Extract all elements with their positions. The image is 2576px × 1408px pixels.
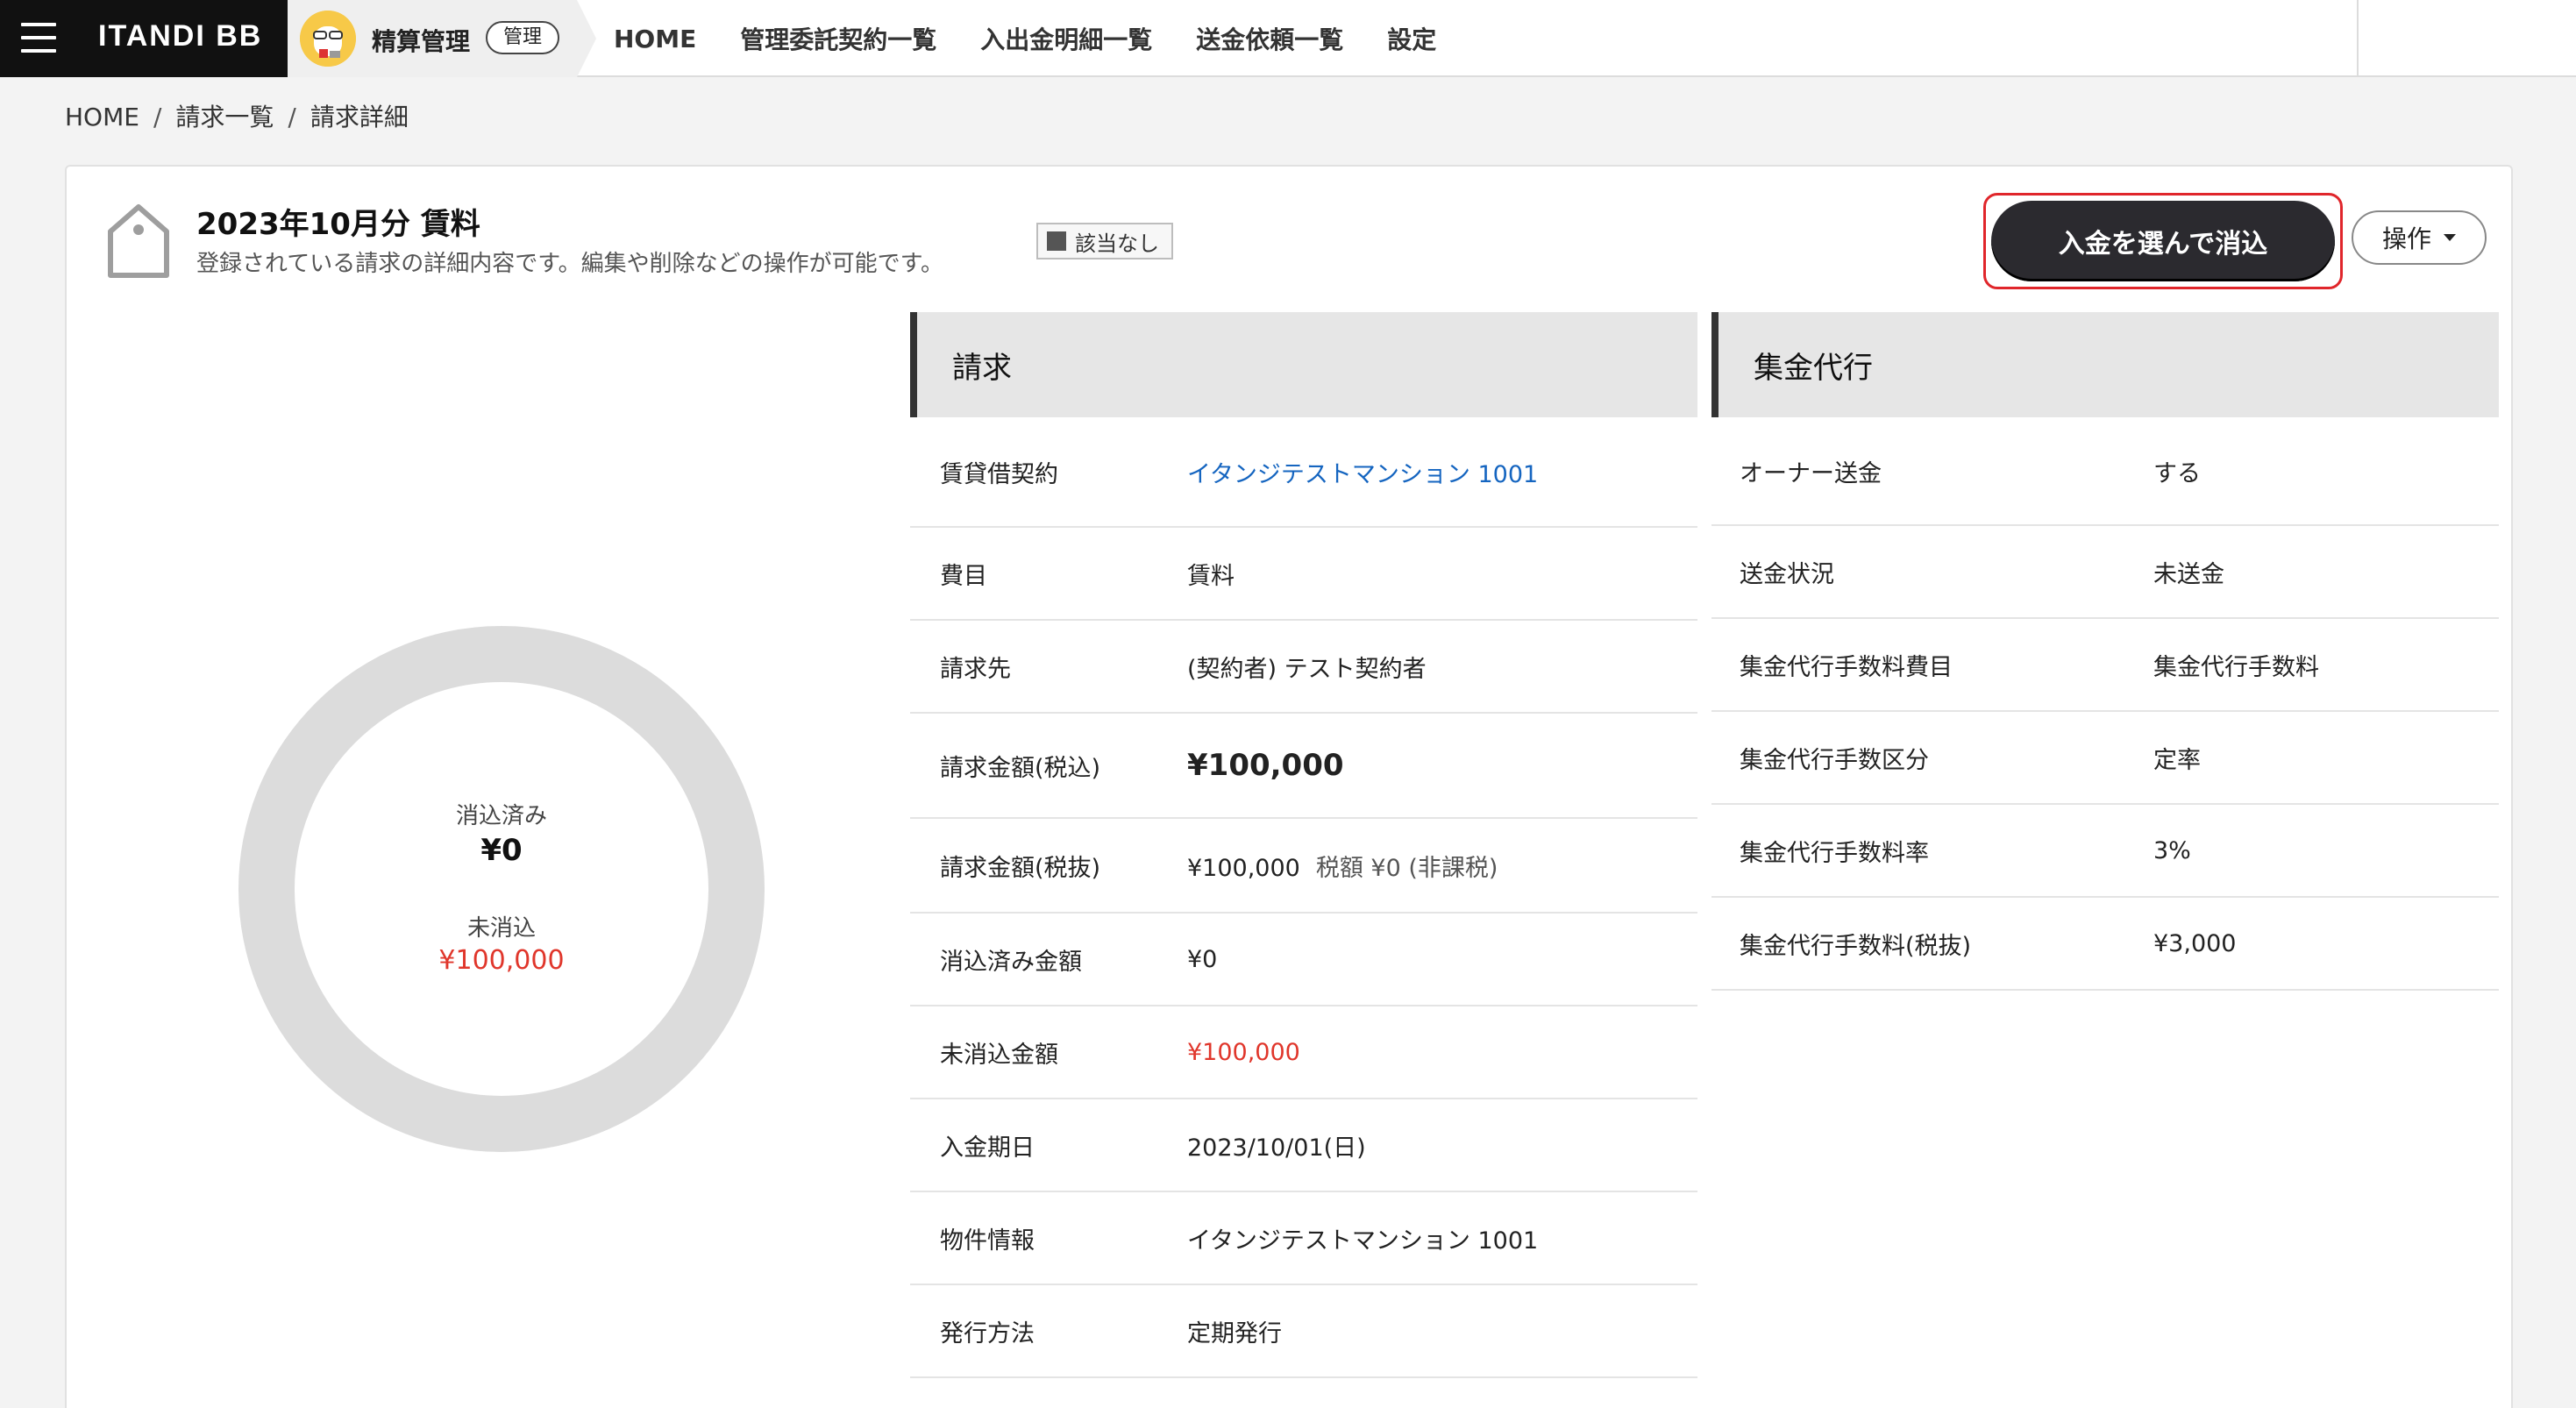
app-mascot-icon [300, 11, 356, 67]
billing-row-amount-excl-tax: 請求金額(税抜) ¥100,000 税額 ¥0 (非課税) [910, 819, 1697, 914]
agency-row-fee-rate: 集金代行手数料率 3% [1711, 805, 2499, 898]
status-tag-label: 該当なし [1075, 231, 1159, 256]
page-description: 登録されている請求の詳細内容です。編集や削除などの操作が可能です。 [196, 251, 944, 277]
clearing-donut-chart [238, 626, 765, 1152]
row-value: する [2153, 459, 2201, 487]
billing-section-header: 請求 [910, 312, 1697, 417]
operations-label: 操作 [2381, 224, 2431, 253]
row-key: 集金代行手数料費目 [1740, 653, 1953, 681]
status-tag: 該当なし [1036, 223, 1173, 260]
hamburger-menu-icon[interactable] [21, 23, 56, 53]
caret-down-icon [2444, 234, 2456, 241]
donut-cleared-value: ¥0 [480, 833, 523, 868]
agency-row-fee-item: 集金代行手数料費目 集金代行手数料 [1711, 619, 2499, 712]
row-value: 2023/10/01(日) [1187, 1134, 1366, 1162]
billing-section: 請求 賃貸借契約 イタンジテストマンション 1001 費目 賃料 請求先 (契約… [910, 312, 1697, 1378]
breadcrumb-billing-detail: 請求詳細 [310, 103, 409, 132]
top-navbar: ITANDI BB 精算管理 管理 HOME 管理委託契約一覧 入出金明細一覧 … [0, 0, 2576, 77]
select-payment-clear-button[interactable]: 入金を選んで消込 [1991, 201, 2335, 281]
row-value: ¥0 [1187, 945, 1218, 973]
row-value: 定期発行 [1187, 1319, 1282, 1348]
app-role-badge: 管理 [486, 21, 560, 54]
main-nav: HOME 管理委託契約一覧 入出金明細一覧 送金依頼一覧 設定 [614, 0, 1480, 77]
page-title: 2023年10月分 賃料 [196, 207, 480, 242]
app-switcher[interactable]: 精算管理 管理 [288, 0, 596, 77]
row-value: ¥100,000 [1187, 748, 1344, 783]
billing-row-issue-method: 発行方法 定期発行 [910, 1285, 1697, 1378]
donut-uncleared-label: 未消込 [466, 915, 536, 942]
row-key: 費目 [940, 562, 987, 590]
agency-row-owner-remit: オーナー送金 する [1711, 417, 2499, 526]
lease-contract-link[interactable]: イタンジテストマンション 1001 [1187, 455, 1697, 489]
row-key: 請求金額(税込) [940, 754, 1101, 782]
brand-logo[interactable]: ITANDI BB [98, 19, 262, 53]
agency-row-fee-amount: 集金代行手数料(税抜) ¥3,000 [1711, 898, 2499, 991]
collection-agency-section: 集金代行 オーナー送金 する 送金状況 未送金 集金代行手数料費目 集金代行手数… [1711, 312, 2499, 991]
nav-management-contracts[interactable]: 管理委託契約一覧 [740, 21, 936, 56]
row-value: (契約者) テスト契約者 [1187, 655, 1427, 683]
billing-row-uncleared-amount: 未消込金額 ¥100,000 [910, 1006, 1697, 1099]
row-key: 請求金額(税抜) [940, 854, 1101, 882]
billing-row-due-date: 入金期日 2023/10/01(日) [910, 1099, 1697, 1192]
breadcrumb: HOME / 請求一覧 / 請求詳細 [65, 103, 409, 132]
row-value: ¥100,000 [1187, 854, 1300, 882]
billing-row-item: 費目 賃料 [910, 528, 1697, 621]
row-key: 未消込金額 [940, 1041, 1058, 1069]
billing-row-property: 物件情報 イタンジテストマンション 1001 [910, 1192, 1697, 1285]
row-key: 集金代行手数区分 [1740, 746, 1929, 774]
billing-row-amount-incl-tax: 請求金額(税込) ¥100,000 [910, 714, 1697, 819]
nav-home[interactable]: HOME [614, 25, 696, 53]
row-value: 定率 [2153, 746, 2201, 774]
agency-row-remit-status: 送金状況 未送金 [1711, 526, 2499, 619]
donut-cleared-label: 消込済み [455, 803, 547, 829]
row-key: 集金代行手数料率 [1740, 839, 1929, 867]
row-key: 送金状況 [1740, 560, 1834, 588]
donut-uncleared-value: ¥100,000 [438, 945, 565, 976]
operations-dropdown-button[interactable]: 操作 [2352, 210, 2487, 265]
row-value: ¥100,000 [1187, 1038, 1300, 1066]
billing-row-lease-contract: 賃貸借契約 イタンジテストマンション 1001 [910, 417, 1697, 528]
nav-remittance-requests[interactable]: 送金依頼一覧 [1196, 21, 1343, 56]
row-key: 賃貸借契約 [940, 460, 1058, 488]
nav-divider [2357, 0, 2359, 77]
tax-note: 税額 ¥0 (非課税) [1315, 854, 1498, 882]
billing-detail-card: 2023年10月分 賃料 登録されている請求の詳細内容です。編集や削除などの操作… [65, 165, 2513, 1408]
nav-transactions[interactable]: 入出金明細一覧 [980, 21, 1152, 56]
billing-row-payer: 請求先 (契約者) テスト契約者 [910, 621, 1697, 714]
app-name: 精算管理 [372, 27, 471, 56]
agency-row-fee-type: 集金代行手数区分 定率 [1711, 712, 2499, 805]
row-value: 未送金 [2153, 560, 2224, 588]
row-value: 賃料 [1187, 562, 1235, 590]
primary-button-highlight: 入金を選んで消込 [1983, 193, 2343, 289]
donut-track [238, 626, 765, 1152]
row-key: 消込済み金額 [940, 948, 1082, 976]
breadcrumb-billing-list[interactable]: 請求一覧 [175, 103, 274, 132]
row-key: 請求先 [940, 655, 1011, 683]
row-key: 集金代行手数料(税抜) [1740, 932, 1972, 960]
row-key: オーナー送金 [1740, 459, 1882, 487]
agency-section-header: 集金代行 [1711, 312, 2499, 417]
row-value: 集金代行手数料 [2153, 653, 2319, 681]
row-key: 発行方法 [940, 1319, 1035, 1348]
row-value-group: ¥100,000 税額 ¥0 (非課税) [1187, 849, 1697, 883]
row-key: 入金期日 [940, 1134, 1035, 1162]
price-tag-icon [108, 204, 169, 278]
row-key: 物件情報 [940, 1227, 1035, 1255]
breadcrumb-home[interactable]: HOME [65, 103, 139, 132]
nav-settings[interactable]: 設定 [1387, 21, 1436, 56]
row-value: イタンジテストマンション 1001 [1187, 1227, 1539, 1255]
row-value: ¥3,000 [2153, 929, 2237, 957]
status-square-icon [1047, 231, 1066, 251]
billing-row-cleared-amount: 消込済み金額 ¥0 [910, 914, 1697, 1006]
brand-block: ITANDI BB [0, 0, 288, 77]
row-value: 3% [2153, 836, 2191, 864]
